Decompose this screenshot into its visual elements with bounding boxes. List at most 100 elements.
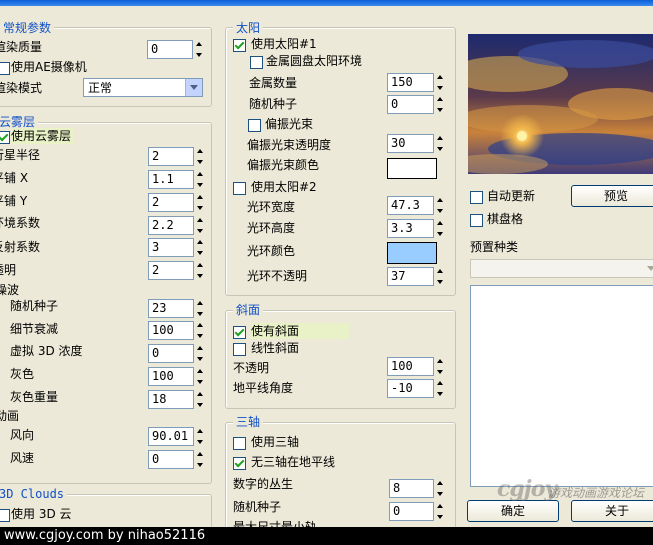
halo-opacity-value[interactable]: 37: [387, 267, 434, 286]
spin-up-icon[interactable]: [195, 299, 206, 308]
reflect-stepper[interactable]: 3: [148, 238, 206, 257]
spin-down-icon[interactable]: [435, 144, 446, 153]
use-fog-checkbox[interactable]: [0, 131, 10, 144]
render-mode-select[interactable]: 正常: [83, 78, 203, 97]
spin-down-icon[interactable]: [195, 400, 206, 409]
render-quality-value[interactable]: 0: [147, 40, 193, 59]
polar-color-swatch[interactable]: [387, 158, 437, 179]
spin-up-icon[interactable]: [435, 379, 446, 388]
spin-down-icon[interactable]: [435, 229, 446, 238]
halo-color-swatch[interactable]: [387, 242, 437, 264]
fog-opacity-value[interactable]: 2: [148, 261, 194, 280]
spin-down-icon[interactable]: [435, 105, 446, 114]
linear-bevel-checkbox[interactable]: [233, 343, 246, 356]
no-triaxis-horizon-checkbox[interactable]: [233, 457, 246, 470]
spin-up-icon[interactable]: [195, 367, 206, 376]
noise-seed-value[interactable]: 23: [148, 299, 194, 318]
horizon-angle-stepper[interactable]: -10: [387, 379, 446, 398]
chevron-down-icon[interactable]: [185, 79, 202, 96]
chevron-down-icon[interactable]: [643, 260, 653, 277]
spin-up-icon[interactable]: [435, 267, 446, 276]
tile-x-value[interactable]: 1.1: [148, 170, 194, 189]
detail-value[interactable]: 100: [148, 321, 194, 340]
spin-down-icon[interactable]: [435, 389, 446, 398]
fog-opacity-stepper[interactable]: 2: [148, 261, 206, 280]
use-3d-clouds-checkbox[interactable]: [0, 509, 10, 522]
preview-button[interactable]: 预览: [571, 185, 653, 207]
ambient-stepper[interactable]: 2.2: [148, 216, 206, 235]
spin-down-icon[interactable]: [195, 331, 206, 340]
spin-down-icon[interactable]: [195, 354, 206, 363]
ok-button[interactable]: 确定: [467, 500, 559, 522]
spin-up-icon[interactable]: [435, 196, 446, 205]
auto-update-checkbox[interactable]: [470, 191, 483, 204]
spin-down-icon[interactable]: [435, 489, 446, 498]
spin-down-icon[interactable]: [435, 206, 446, 215]
preset-list[interactable]: [470, 285, 653, 487]
spin-down-icon[interactable]: [435, 83, 446, 92]
halo-opacity-stepper[interactable]: 37: [387, 267, 446, 286]
ambient-value[interactable]: 2.2: [148, 216, 194, 235]
noise-seed-stepper[interactable]: 23: [148, 299, 206, 318]
spin-up-icon[interactable]: [195, 170, 206, 179]
use-sun2-checkbox[interactable]: [233, 182, 246, 195]
tile-x-stepper[interactable]: 1.1: [148, 170, 206, 189]
horizon-angle-value[interactable]: -10: [387, 379, 434, 398]
spin-up-icon[interactable]: [435, 134, 446, 143]
detail-stepper[interactable]: 100: [148, 321, 206, 340]
gray-stepper[interactable]: 100: [148, 367, 206, 386]
wind-dir-value[interactable]: 90.01: [148, 427, 194, 446]
polar-beam-checkbox[interactable]: [248, 119, 261, 132]
sun-seed-value[interactable]: 0: [387, 95, 434, 114]
metal-count-stepper[interactable]: 150: [387, 73, 446, 92]
bevel-opacity-stepper[interactable]: 100: [387, 357, 446, 376]
virtual3d-value[interactable]: 0: [148, 344, 194, 363]
use-bevel-checkbox[interactable]: [233, 326, 246, 339]
halo-height-stepper[interactable]: 3.3: [387, 219, 446, 238]
spin-up-icon[interactable]: [435, 95, 446, 104]
spin-up-icon[interactable]: [195, 344, 206, 353]
spin-down-icon[interactable]: [195, 377, 206, 386]
metal-disc-checkbox[interactable]: [250, 56, 263, 69]
spin-down-icon[interactable]: [195, 437, 206, 446]
spin-down-icon[interactable]: [195, 271, 206, 280]
wind-speed-stepper[interactable]: 0: [148, 450, 206, 469]
virtual3d-stepper[interactable]: 0: [148, 344, 206, 363]
spin-down-icon[interactable]: [195, 180, 206, 189]
spin-up-icon[interactable]: [435, 502, 446, 511]
reflect-value[interactable]: 3: [148, 238, 194, 257]
about-button[interactable]: 关于: [571, 500, 653, 522]
halo-width-value[interactable]: 47.3: [387, 196, 434, 215]
spin-down-icon[interactable]: [435, 277, 446, 286]
spin-up-icon[interactable]: [195, 427, 206, 436]
spin-up-icon[interactable]: [195, 450, 206, 459]
render-quality-stepper[interactable]: 0: [147, 40, 205, 59]
star-radius-value[interactable]: 2: [148, 147, 194, 166]
spin-up-icon[interactable]: [195, 390, 206, 399]
spin-up-icon[interactable]: [435, 479, 446, 488]
spin-down-icon[interactable]: [195, 309, 206, 318]
use-sun1-checkbox[interactable]: [233, 39, 246, 52]
use-ae-camera-checkbox[interactable]: [0, 62, 10, 75]
spin-up-icon[interactable]: [435, 219, 446, 228]
bevel-opacity-value[interactable]: 100: [387, 357, 434, 376]
sun-seed-stepper[interactable]: 0: [387, 95, 446, 114]
halo-width-stepper[interactable]: 47.3: [387, 196, 446, 215]
spin-down-icon[interactable]: [195, 460, 206, 469]
gray-weight-stepper[interactable]: 18: [148, 390, 206, 409]
wind-dir-stepper[interactable]: 90.01: [148, 427, 206, 446]
triaxis-seed-value[interactable]: 0: [389, 502, 434, 521]
triaxis-seed-stepper[interactable]: 0: [389, 502, 446, 521]
wind-speed-value[interactable]: 0: [148, 450, 194, 469]
use-triaxis-checkbox[interactable]: [233, 437, 246, 450]
spin-down-icon[interactable]: [435, 367, 446, 376]
spin-down-icon[interactable]: [435, 512, 446, 521]
polar-opacity-value[interactable]: 30: [387, 134, 434, 153]
star-radius-stepper[interactable]: 2: [148, 147, 206, 166]
spin-up-icon[interactable]: [195, 193, 206, 202]
spin-up-icon[interactable]: [195, 238, 206, 247]
spin-up-icon[interactable]: [435, 357, 446, 366]
digit-cluster-stepper[interactable]: 8: [389, 479, 446, 498]
polar-opacity-stepper[interactable]: 30: [387, 134, 446, 153]
spin-up-icon[interactable]: [195, 261, 206, 270]
